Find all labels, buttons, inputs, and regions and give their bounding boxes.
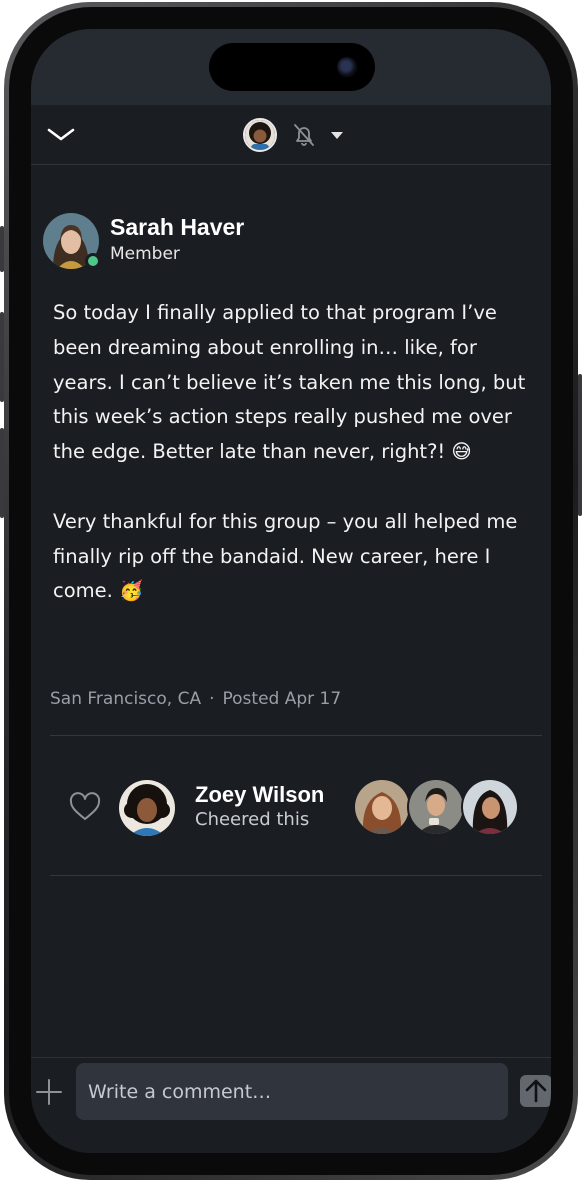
comment-composer (31, 1057, 551, 1153)
caret-down-icon (331, 131, 343, 139)
cheerers-avatar-stack[interactable] (353, 778, 519, 836)
camera-icon (337, 57, 357, 77)
online-status-indicator (85, 253, 101, 269)
cheerer-avatar[interactable] (461, 778, 519, 836)
header-bar (31, 105, 551, 165)
meta-separator: · (209, 689, 215, 709)
post-meta: San Francisco, CA · Posted Apr 17 (50, 689, 341, 709)
post-date: Posted Apr 17 (222, 689, 342, 709)
screen: Sarah Haver Member So today I finally ap… (31, 29, 551, 1153)
cheerer-avatar[interactable] (353, 778, 411, 836)
cheer-action-label: Cheered this (195, 809, 310, 830)
dynamic-island (209, 43, 375, 91)
send-button[interactable] (520, 1075, 551, 1107)
author-info: Sarah Haver Member (110, 213, 244, 267)
cheerer-avatar[interactable] (407, 778, 465, 836)
bell-slash-icon (294, 124, 314, 146)
phone-bezel: Sarah Haver Member So today I finally ap… (9, 7, 573, 1175)
group-avatar (243, 118, 277, 152)
cheers-row: Zoey Wilson Cheered this (31, 778, 551, 838)
post-paragraph: So today I finally applied to that progr… (53, 301, 526, 464)
heart-outline-icon[interactable] (69, 792, 101, 822)
arrow-up-icon (525, 1079, 547, 1103)
cheer-info: Zoey Wilson Cheered this (195, 782, 324, 832)
post-body: So today I finally applied to that progr… (53, 296, 533, 609)
post-location: San Francisco, CA (50, 689, 202, 709)
divider (50, 875, 542, 876)
chevron-down-icon[interactable] (47, 127, 75, 143)
notification-settings-button[interactable] (243, 118, 343, 152)
power-button (578, 374, 582, 516)
post-paragraph: Very thankful for this group – you all h… (53, 509, 518, 603)
comment-input[interactable] (76, 1063, 508, 1120)
plus-icon[interactable] (35, 1078, 63, 1106)
cheerer-name[interactable]: Zoey Wilson (195, 782, 324, 808)
author-role: Member (110, 244, 180, 264)
cheerer-avatar[interactable] (119, 780, 175, 836)
author-name[interactable]: Sarah Haver (110, 213, 244, 241)
divider (50, 735, 542, 736)
phone-frame: Sarah Haver Member So today I finally ap… (4, 2, 578, 1180)
post-author[interactable]: Sarah Haver Member (43, 213, 244, 269)
avatar[interactable] (43, 213, 101, 269)
